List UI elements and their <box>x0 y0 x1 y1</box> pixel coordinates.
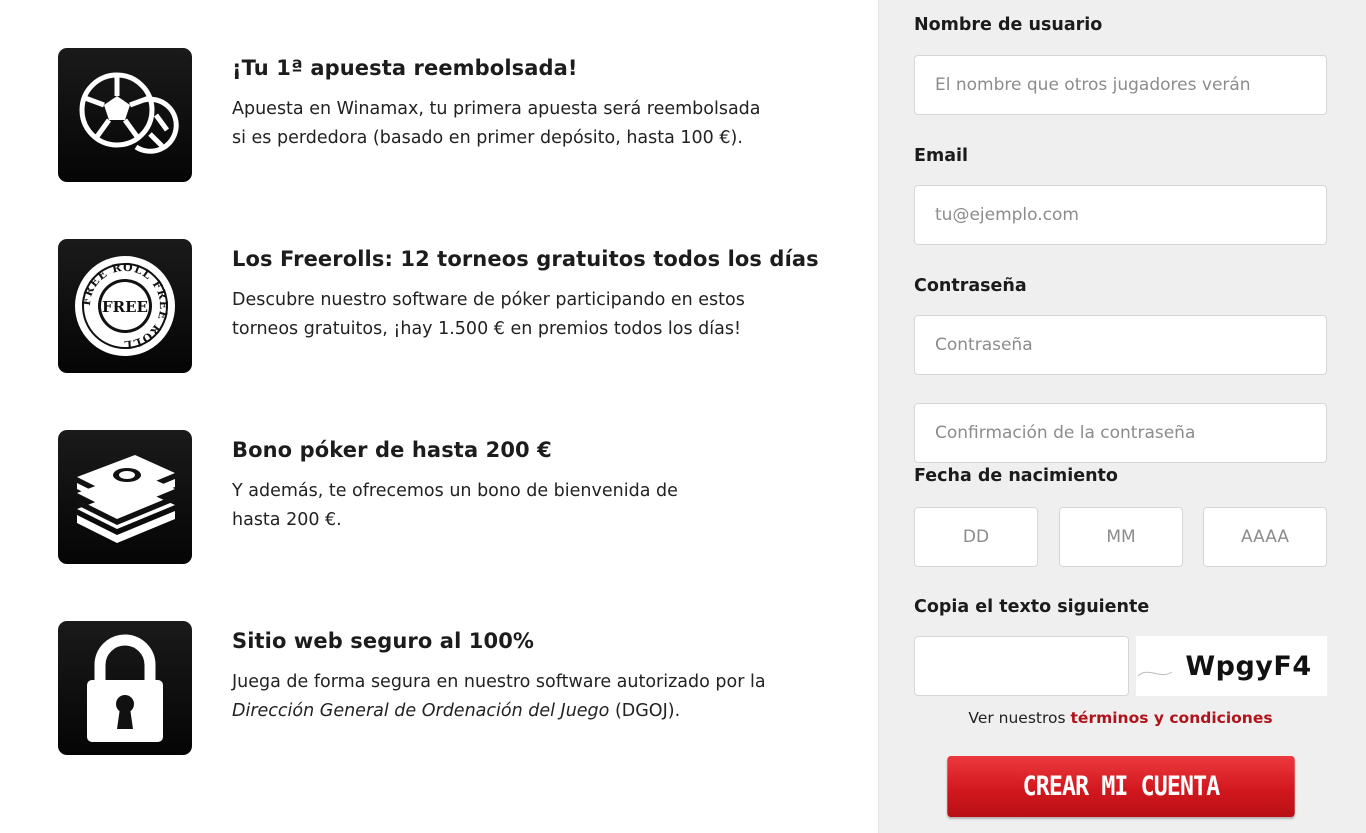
captcha-image: WpgyF4 <box>1136 636 1327 696</box>
password-label: Contraseña <box>914 276 1027 296</box>
chip-center-text: FREE <box>102 298 148 316</box>
birthdate-label: Fecha de nacimiento <box>914 466 1118 486</box>
feature-description: Juega de forma segura en nuestro softwar… <box>232 672 766 721</box>
padlock-icon <box>58 621 192 755</box>
birth-day-input[interactable] <box>914 507 1038 567</box>
captcha-label: Copia el texto siguiente <box>914 597 1150 617</box>
terms-prefix: Ver nuestros <box>968 709 1071 727</box>
feature-title: Bono póker de hasta 200 € <box>232 438 552 462</box>
registration-form: Nombre de usuario Email Contraseña Fecha… <box>878 0 1366 833</box>
freeroll-chip-icon: FREE ROLL FREE ROLL FREE <box>58 239 192 373</box>
feature-bonus: Bono póker de hasta 200 € Y además, te o… <box>58 430 838 566</box>
money-stack-icon <box>58 430 192 564</box>
feature-freerolls: FREE ROLL FREE ROLL FREE Los Freerolls: … <box>58 239 838 375</box>
terms-line: Ver nuestros términos y condiciones <box>914 709 1327 727</box>
captcha-text: WpgyF4 <box>1185 650 1312 682</box>
terms-link[interactable]: términos y condiciones <box>1071 709 1273 727</box>
email-input[interactable] <box>914 185 1327 245</box>
soccer-ball-icon <box>58 48 192 182</box>
dgoj-name: Dirección General de Ordenación del Jueg… <box>232 701 610 721</box>
feature-description: Apuesta en Winamax, tu primera apuesta s… <box>232 99 761 148</box>
feature-refund: ¡Tu 1ª apuesta reembolsada! Apuesta en W… <box>58 48 838 184</box>
birth-year-input[interactable] <box>1203 507 1327 567</box>
password-confirm-input[interactable] <box>914 403 1327 463</box>
captcha-input[interactable] <box>914 636 1129 696</box>
password-input[interactable] <box>914 315 1327 375</box>
feature-title: Los Freerolls: 12 torneos gratuitos todo… <box>232 247 819 271</box>
feature-title: ¡Tu 1ª apuesta reembolsada! <box>232 56 578 80</box>
username-label: Nombre de usuario <box>914 15 1103 35</box>
birth-month-input[interactable] <box>1059 507 1183 567</box>
feature-secure: Sitio web seguro al 100% Juega de forma … <box>58 621 838 757</box>
username-input[interactable] <box>914 55 1327 115</box>
feature-description: Descubre nuestro software de póker parti… <box>232 290 745 339</box>
email-label: Email <box>914 146 968 166</box>
create-account-button[interactable]: CREAR MI CUENTA <box>947 756 1295 817</box>
feature-description: Y además, te ofrecemos un bono de bienve… <box>232 481 678 530</box>
features-list: ¡Tu 1ª apuesta reembolsada! Apuesta en W… <box>0 0 878 833</box>
feature-title: Sitio web seguro al 100% <box>232 629 535 653</box>
